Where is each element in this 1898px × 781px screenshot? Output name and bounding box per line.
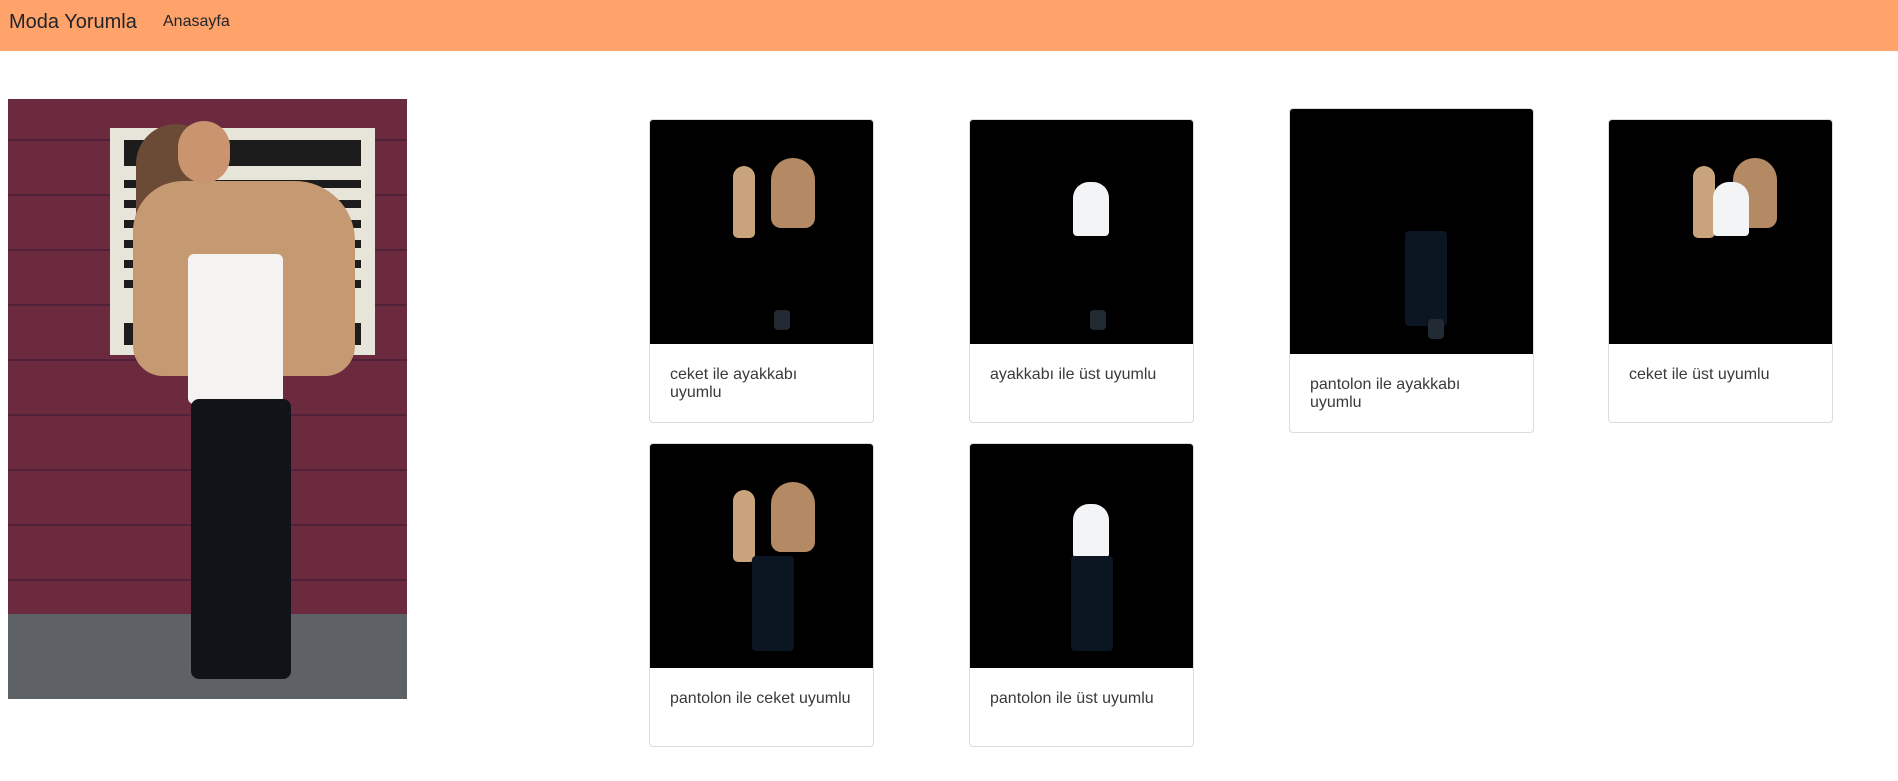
outfit-thumbnail: [650, 444, 873, 668]
outfit-caption: ceket ile üst uyumlu: [1629, 366, 1770, 383]
outfit-caption: pantolon ile üst uyumlu: [990, 690, 1154, 707]
outfit-caption: ayakkabı ile üst uyumlu: [990, 366, 1157, 383]
outfit-card[interactable]: pantolon ile ceket uyumlu: [649, 443, 874, 747]
outfit-thumbnail: [1290, 109, 1533, 354]
nav-link-home[interactable]: Anasayfa: [163, 13, 230, 31]
outfit-caption: pantolon ile ceket uyumlu: [670, 690, 851, 707]
outfit-card[interactable]: pantolon ile üst uyumlu: [969, 443, 1194, 747]
outfit-thumbnail: [650, 120, 873, 344]
outfit-caption: ceket ile ayakkabı uyumlu: [670, 366, 798, 401]
outfit-thumbnail: [970, 444, 1193, 668]
top-navbar: Moda Yorumla Anasayfa: [0, 0, 1898, 51]
outfit-card[interactable]: ceket ile üst uyumlu: [1608, 119, 1833, 423]
outfit-caption: pantolon ile ayakkabı uyumlu: [1310, 376, 1461, 411]
outfit-card[interactable]: ceket ile ayakkabı uyumlu: [649, 119, 874, 423]
outfit-thumbnail: [970, 120, 1193, 344]
outfit-thumbnail: [1609, 120, 1832, 344]
outfit-card[interactable]: ayakkabı ile üst uyumlu: [969, 119, 1194, 423]
brand-logo[interactable]: Moda Yorumla: [9, 11, 137, 34]
main-outfit-photo: [8, 99, 407, 699]
outfit-card[interactable]: pantolon ile ayakkabı uyumlu: [1289, 108, 1534, 433]
